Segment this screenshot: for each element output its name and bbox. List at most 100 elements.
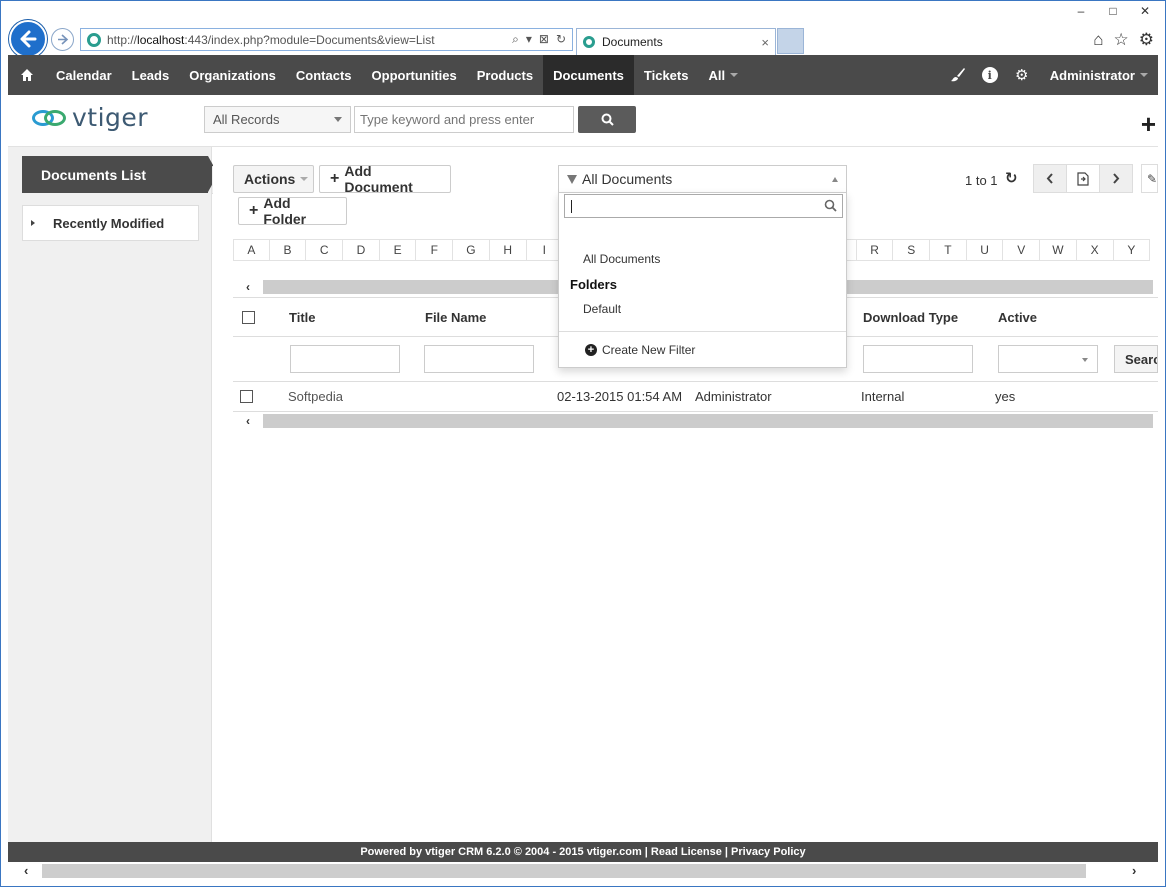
filter-title-input[interactable] xyxy=(290,345,400,373)
chevron-down-icon xyxy=(300,177,309,181)
plus-icon: + xyxy=(330,170,340,187)
create-new-filter-link[interactable]: + Create New Filter xyxy=(585,343,695,357)
col-header-file-name[interactable]: File Name xyxy=(425,298,486,336)
nav-contacts[interactable]: Contacts xyxy=(286,55,362,95)
global-search-input[interactable] xyxy=(354,106,574,133)
scroll-left-icon[interactable]: ‹ xyxy=(233,414,263,428)
alpha-letter[interactable]: R xyxy=(856,239,894,261)
scroll-left-icon[interactable]: ‹ xyxy=(233,280,263,294)
add-document-button[interactable]: + Add Document xyxy=(319,163,451,195)
nav-tickets[interactable]: Tickets xyxy=(634,55,699,95)
search-icon[interactable]: ⌕ xyxy=(512,32,519,47)
nav-calendar[interactable]: Calendar xyxy=(46,55,122,95)
alpha-letter[interactable]: X xyxy=(1076,239,1114,261)
view-filter-select[interactable]: All Documents xyxy=(558,165,847,193)
actions-button[interactable]: Actions xyxy=(233,165,314,193)
browser-tab[interactable]: Documents × xyxy=(576,28,776,55)
nav-opportunities[interactable]: Opportunities xyxy=(362,55,467,95)
home-icon[interactable]: ⌂ xyxy=(1093,30,1103,50)
cell-title[interactable]: Softpedia xyxy=(288,382,343,411)
search-icon xyxy=(601,113,614,126)
refresh-icon[interactable]: ↻ xyxy=(1005,169,1018,187)
refresh-icon[interactable]: ↻ xyxy=(556,32,566,47)
maximize-button[interactable]: □ xyxy=(1100,2,1126,20)
nav-all-menu[interactable]: All xyxy=(698,55,748,95)
info-icon[interactable]: i xyxy=(974,55,1006,95)
cell-active: yes xyxy=(995,389,1016,404)
home-icon[interactable] xyxy=(8,55,46,95)
table-row[interactable]: Softpedia 02-13-2015 01:54 AM Administra… xyxy=(233,382,1158,412)
scroll-right-icon[interactable]: › xyxy=(1132,863,1136,878)
filter-search-button[interactable]: Search xyxy=(1114,345,1158,373)
page-jump-button[interactable] xyxy=(1066,164,1100,193)
new-tab-button[interactable] xyxy=(777,28,804,54)
filter-option-default[interactable]: Default xyxy=(583,302,621,316)
alpha-letter[interactable]: G xyxy=(453,239,490,261)
search-button[interactable] xyxy=(578,106,636,133)
prev-page-button[interactable] xyxy=(1033,164,1067,193)
alpha-letter[interactable]: A xyxy=(233,239,270,261)
chevron-down-icon xyxy=(730,73,739,77)
filter-file-name-input[interactable] xyxy=(424,345,534,373)
alpha-letter[interactable]: C xyxy=(306,239,344,261)
next-page-button[interactable] xyxy=(1099,164,1133,193)
nav-leads[interactable]: Leads xyxy=(122,55,180,95)
filter-active-select[interactable] xyxy=(998,345,1098,373)
close-window-button[interactable]: ✕ xyxy=(1132,2,1158,20)
chevron-down-icon xyxy=(1140,73,1148,77)
alpha-letter[interactable]: B xyxy=(269,239,307,261)
search-button-label: Search xyxy=(1125,351,1157,367)
add-folder-button[interactable]: + Add Folder xyxy=(238,195,347,227)
col-header-title[interactable]: Title xyxy=(289,298,316,336)
col-header-active[interactable]: Active xyxy=(998,298,1037,336)
settings-gear-icon[interactable]: ⚙ xyxy=(1006,55,1038,95)
filter-search-input[interactable] xyxy=(564,194,843,218)
user-menu[interactable]: Administrator xyxy=(1038,68,1158,83)
pager-text: 1 to 1 xyxy=(965,173,998,188)
back-button[interactable] xyxy=(9,20,47,58)
search-scope-select[interactable]: All Records xyxy=(204,106,351,133)
compat-view-icon[interactable]: ⊠ xyxy=(539,32,549,47)
settings-wrench-button[interactable]: ✎ xyxy=(1141,164,1158,193)
forward-button[interactable] xyxy=(51,28,74,51)
dropdown-icon[interactable]: ▾ xyxy=(526,32,532,47)
paintbrush-icon[interactable] xyxy=(942,55,974,95)
row-checkbox[interactable] xyxy=(240,390,253,403)
vtiger-logo[interactable]: vtiger xyxy=(32,103,148,132)
page-horizontal-scrollbar[interactable]: ‹ › xyxy=(8,862,1158,880)
minimize-button[interactable]: – xyxy=(1068,2,1094,20)
favorites-star-icon[interactable]: ☆ xyxy=(1114,30,1129,50)
alpha-letter[interactable]: H xyxy=(489,239,527,261)
window-controls: – □ ✕ xyxy=(1068,2,1158,20)
nav-organizations[interactable]: Organizations xyxy=(179,55,286,95)
col-header-download-type[interactable]: Download Type xyxy=(863,298,958,336)
select-all-cell xyxy=(242,298,255,336)
tab-close-icon[interactable]: × xyxy=(761,35,769,50)
scrollbar-thumb[interactable] xyxy=(42,864,1086,878)
nav-documents[interactable]: Documents xyxy=(543,55,634,95)
alpha-letter[interactable]: V xyxy=(1003,239,1041,261)
alpha-letter[interactable]: E xyxy=(379,239,417,261)
alpha-letter[interactable]: F xyxy=(416,239,454,261)
alpha-letter[interactable]: S xyxy=(893,239,931,261)
settings-gear-icon[interactable]: ⚙ xyxy=(1139,30,1154,50)
sidebar-recently-modified[interactable]: Recently Modified xyxy=(22,205,199,241)
alpha-letter[interactable]: W xyxy=(1040,239,1077,261)
scroll-left-icon[interactable]: ‹ xyxy=(24,863,28,878)
sidebar-title: Documents List xyxy=(22,156,218,193)
alpha-letter[interactable]: T xyxy=(930,239,967,261)
address-bar[interactable]: http://localhost:443/index.php?module=Do… xyxy=(80,28,573,51)
cell-download-type: Internal xyxy=(861,389,905,404)
alpha-letter[interactable]: D xyxy=(343,239,380,261)
table-scrollbar-bottom[interactable]: ‹ xyxy=(233,414,1153,428)
quick-create-plus-icon[interactable]: + xyxy=(1141,111,1156,137)
filter-option-all-documents[interactable]: All Documents xyxy=(583,252,660,266)
nav-products[interactable]: Products xyxy=(467,55,543,95)
alpha-letter[interactable]: Y xyxy=(1113,239,1151,261)
site-favicon-icon xyxy=(87,32,101,47)
filter-download-type-input[interactable] xyxy=(863,345,973,373)
select-all-checkbox[interactable] xyxy=(242,310,255,324)
alpha-letter[interactable]: U xyxy=(966,239,1004,261)
chevron-down-icon xyxy=(334,117,342,122)
address-url[interactable]: http://localhost:443/index.php?module=Do… xyxy=(107,33,512,47)
